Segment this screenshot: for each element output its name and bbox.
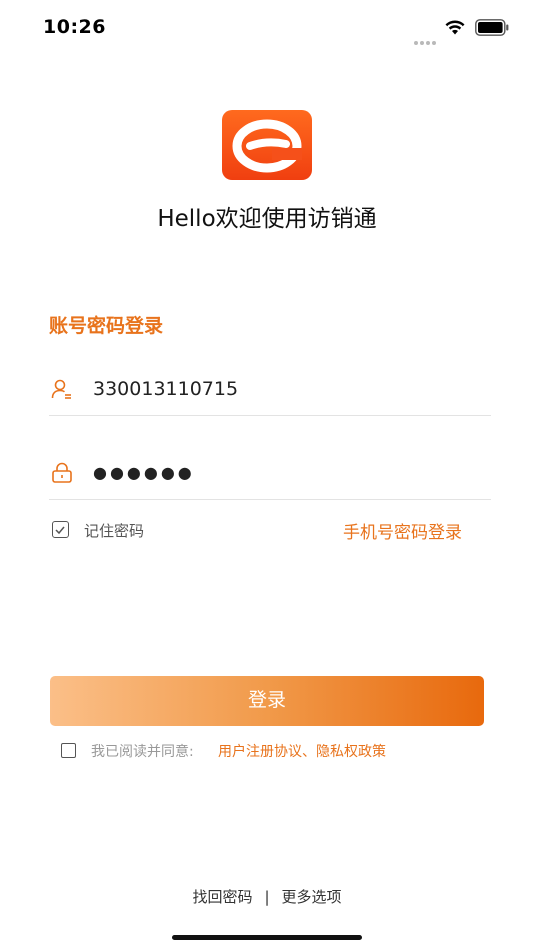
account-login-title: 账号密码登录 <box>49 315 164 337</box>
status-bar: 10:26 <box>0 0 534 56</box>
username-input[interactable]: 330013110715 <box>93 378 238 400</box>
agreement-link[interactable]: 用户注册协议、隐私权政策 <box>218 741 386 761</box>
agree-checkbox[interactable] <box>61 743 76 758</box>
phone-login-link[interactable]: 手机号密码登录 <box>343 518 462 543</box>
app-logo <box>222 110 312 180</box>
welcome-title: Hello欢迎使用访销通 <box>157 206 377 232</box>
find-password-link[interactable]: 找回密码 <box>192 886 252 907</box>
password-input[interactable]: ●●●●●● <box>93 463 195 482</box>
lock-icon <box>52 462 72 483</box>
agree-text: 我已阅读并同意: <box>91 744 194 760</box>
user-icon <box>51 379 71 399</box>
status-time: 10:26 <box>43 16 106 38</box>
remember-checkbox[interactable] <box>52 521 69 538</box>
app-logo-icon <box>232 119 302 173</box>
wifi-icon <box>445 20 465 35</box>
home-indicator <box>172 935 362 940</box>
footer-links: 找回密码 | 更多选项 <box>0 886 534 907</box>
username-field[interactable]: 330013110715 <box>49 366 491 416</box>
remember-label: 记住密码 <box>84 522 145 540</box>
battery-icon <box>475 19 509 36</box>
login-button[interactable]: 登录 <box>50 676 484 726</box>
footer-separator: | <box>264 888 270 906</box>
more-options-link[interactable]: 更多选项 <box>282 886 342 907</box>
check-icon <box>55 526 65 535</box>
signal-icon <box>414 30 438 45</box>
password-field[interactable]: ●●●●●● <box>49 450 491 500</box>
